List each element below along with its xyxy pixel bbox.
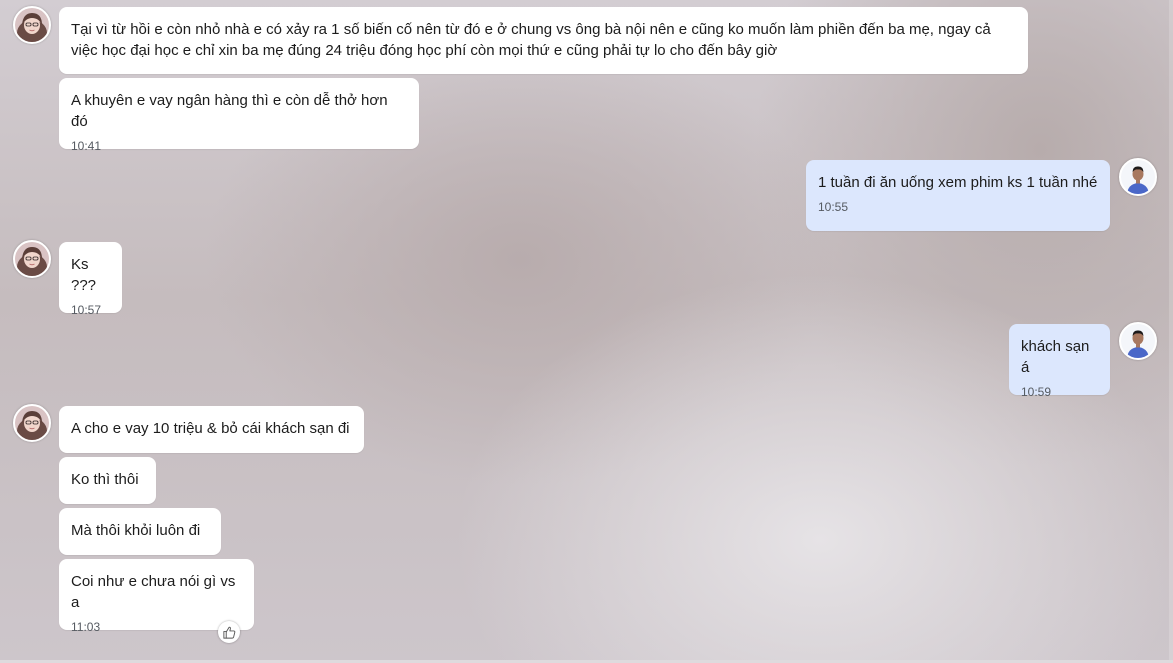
message-text: A cho e vay 10 triệu & bỏ cái khách sạn … bbox=[71, 420, 350, 437]
message-bubble-incoming[interactable]: Ko thì thôi bbox=[59, 457, 156, 504]
girl-avatar-icon bbox=[15, 8, 49, 42]
message-text: Coi như e chưa nói gì vs a bbox=[71, 573, 236, 611]
message-text: Tại vì từ hồi e còn nhỏ nhà e có xảy ra … bbox=[71, 21, 991, 59]
message-timestamp: 10:57 bbox=[71, 303, 102, 317]
message-bubble-incoming[interactable]: A khuyên e vay ngân hàng thì e còn dễ th… bbox=[59, 78, 419, 153]
boy-avatar-icon bbox=[1121, 324, 1155, 358]
message-timestamp: 11:03 bbox=[71, 620, 101, 634]
message-text: Ks ??? bbox=[71, 256, 97, 294]
message-timestamp: 10:55 bbox=[818, 200, 849, 214]
message-text: khách sạn á bbox=[1021, 338, 1090, 376]
contact-avatar[interactable] bbox=[13, 240, 51, 278]
boy-avatar-icon bbox=[1121, 160, 1155, 194]
message-timestamp: 10:41 bbox=[71, 139, 102, 153]
my-avatar[interactable] bbox=[1119, 158, 1157, 196]
my-avatar[interactable] bbox=[1119, 322, 1157, 360]
message-bubble-outgoing[interactable]: khách sạn á 10:59 bbox=[1009, 324, 1110, 399]
message-bubble-incoming[interactable]: Tại vì từ hồi e còn nhỏ nhà e có xảy ra … bbox=[59, 7, 1028, 74]
like-reaction-button[interactable] bbox=[218, 621, 240, 643]
girl-avatar-icon bbox=[15, 242, 49, 276]
message-timestamp: 10:59 bbox=[1021, 385, 1052, 399]
contact-avatar[interactable] bbox=[13, 6, 51, 44]
message-text: Ko thì thôi bbox=[71, 471, 139, 488]
message-text: 1 tuần đi ăn uống xem phim ks 1 tuần nhé bbox=[818, 174, 1098, 191]
message-text: A khuyên e vay ngân hàng thì e còn dễ th… bbox=[71, 92, 388, 130]
message-bubble-incoming[interactable]: Mà thôi khỏi luôn đi bbox=[59, 508, 221, 555]
girl-avatar-icon bbox=[15, 406, 49, 440]
message-bubble-incoming[interactable]: Coi như e chưa nói gì vs a 11:03 bbox=[59, 559, 254, 634]
message-bubble-incoming[interactable]: Ks ??? 10:57 bbox=[59, 242, 122, 317]
chat-message-area: Tại vì từ hồi e còn nhỏ nhà e có xảy ra … bbox=[0, 0, 1173, 663]
contact-avatar[interactable] bbox=[13, 404, 51, 442]
message-bubble-outgoing[interactable]: 1 tuần đi ăn uống xem phim ks 1 tuần nhé… bbox=[806, 160, 1110, 231]
scrollbar[interactable] bbox=[1169, 0, 1173, 663]
message-text: Mà thôi khỏi luôn đi bbox=[71, 522, 201, 539]
thumbs-up-icon bbox=[222, 626, 235, 639]
message-bubble-incoming[interactable]: A cho e vay 10 triệu & bỏ cái khách sạn … bbox=[59, 406, 364, 453]
